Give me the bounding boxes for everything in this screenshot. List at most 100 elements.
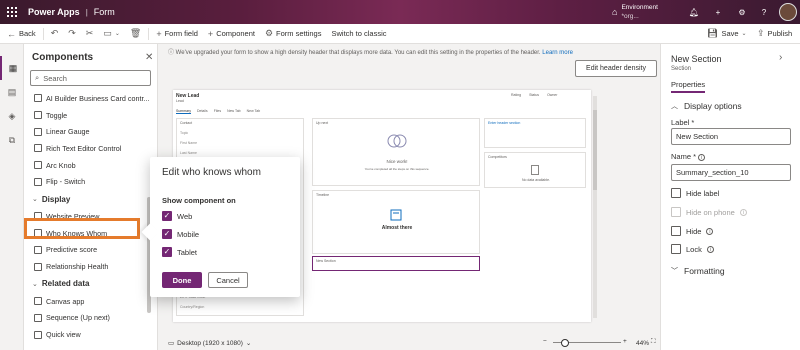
list-item[interactable]: Rich Text Editor Control bbox=[24, 140, 157, 157]
app-launcher-icon[interactable] bbox=[0, 0, 24, 24]
environment-icon: ⌂ bbox=[612, 7, 618, 17]
component-icon bbox=[34, 161, 42, 170]
list-item[interactable]: Quick view bbox=[24, 326, 157, 343]
component-button[interactable]: + Component bbox=[203, 24, 260, 44]
gear-icon[interactable]: ⚙ bbox=[735, 5, 749, 19]
cancel-button[interactable]: Cancel bbox=[208, 272, 248, 288]
checkbox-label: Hide label bbox=[686, 188, 720, 198]
zoom-in-icon[interactable]: + bbox=[623, 338, 627, 345]
canvas-scrollbar[interactable] bbox=[593, 96, 597, 318]
tablet-checkbox[interactable]: ✓ Tablet bbox=[162, 247, 197, 257]
field-label: Country/Region bbox=[180, 305, 205, 309]
environment-picker[interactable]: ⌂ Environment *org... bbox=[612, 3, 658, 21]
edit-header-density-button[interactable]: Edit header density bbox=[575, 60, 657, 77]
fit-screen-icon[interactable]: ⛶ bbox=[651, 338, 656, 346]
undo-button[interactable]: ↶ bbox=[46, 24, 64, 44]
undo-icon: ↶ bbox=[50, 28, 59, 38]
new-section-selected[interactable]: New Section bbox=[312, 256, 480, 271]
redo-button[interactable]: ↷ bbox=[63, 24, 81, 44]
display-section-header[interactable]: ⌄ Display bbox=[24, 190, 157, 208]
switch-classic-button[interactable]: Switch to classic bbox=[326, 24, 391, 44]
list-item[interactable]: Relationship Health bbox=[24, 258, 157, 275]
header-field: Status bbox=[529, 93, 540, 97]
help-icon[interactable]: ? bbox=[757, 5, 771, 19]
list-item[interactable]: Predictive score bbox=[24, 242, 157, 259]
done-button[interactable]: Done bbox=[162, 272, 202, 288]
info-icon[interactable]: i bbox=[739, 208, 747, 216]
zoom-slider-thumb[interactable] bbox=[561, 339, 570, 347]
hide-on-phone-checkbox[interactable]: Hide on phone i bbox=[671, 207, 747, 217]
delete-button[interactable]: 🗑︎ bbox=[125, 24, 146, 44]
paste-button[interactable]: ▭ ⌄ bbox=[98, 24, 125, 44]
timeline-card[interactable]: Timeline Almost there bbox=[312, 190, 480, 254]
item-label: Relationship Health bbox=[46, 262, 109, 272]
form-field-button[interactable]: + Form field bbox=[151, 24, 203, 44]
list-item[interactable]: Sequence (Up next) bbox=[24, 310, 157, 327]
form-subtitle: Lead bbox=[176, 99, 184, 103]
about-card[interactable]: Enter header section bbox=[484, 118, 586, 148]
list-item[interactable]: Linear Gauge bbox=[24, 123, 157, 140]
formatting-header[interactable]: ﹀ Formatting bbox=[671, 266, 725, 276]
info-icon[interactable]: i bbox=[706, 245, 714, 253]
card-title: Timeline bbox=[316, 193, 330, 197]
form-settings-button[interactable]: ⚙ Form settings bbox=[260, 24, 327, 44]
tab-summary[interactable]: Summary bbox=[176, 109, 191, 114]
publish-button[interactable]: ⇪ Publish bbox=[752, 24, 797, 44]
item-label: Toggle bbox=[46, 110, 68, 120]
tab-properties[interactable]: Properties bbox=[671, 80, 706, 93]
list-item[interactable]: Flip - Switch bbox=[24, 173, 157, 190]
list-item[interactable]: AI Builder Business Card contr... bbox=[24, 90, 157, 107]
tree-view-rail-icon[interactable]: ⧉ bbox=[0, 128, 24, 152]
item-label: Linear Gauge bbox=[46, 127, 90, 137]
label-input[interactable]: New Section bbox=[671, 128, 791, 145]
tab-new[interactable]: New Tab bbox=[247, 109, 261, 114]
chevron-right-icon[interactable]: › bbox=[779, 52, 782, 63]
lock-checkbox[interactable]: Lock i bbox=[671, 244, 714, 254]
divider bbox=[42, 27, 44, 40]
avatar[interactable] bbox=[779, 3, 797, 21]
close-icon[interactable]: ✕ bbox=[145, 52, 153, 63]
component-icon bbox=[34, 111, 42, 120]
notice-info-icon: ⓘ bbox=[168, 50, 176, 56]
search-input[interactable]: ⌕ Search bbox=[30, 70, 151, 86]
tab-details[interactable]: Details bbox=[197, 109, 208, 114]
hide-label-checkbox[interactable]: Hide label bbox=[671, 188, 719, 198]
list-item[interactable]: Toggle bbox=[24, 107, 157, 124]
clipboard-icon: ▭ bbox=[103, 28, 112, 38]
hide-checkbox[interactable]: Hide i bbox=[671, 226, 714, 236]
zoom-out-icon[interactable]: − bbox=[543, 338, 547, 345]
scroll-thumb[interactable] bbox=[593, 110, 597, 190]
mobile-checkbox[interactable]: ✓ Mobile bbox=[162, 229, 199, 239]
item-label: Quick view bbox=[46, 330, 81, 340]
publish-label: Publish bbox=[767, 29, 793, 38]
tab-new[interactable]: New Tab bbox=[227, 109, 241, 114]
app-title[interactable]: Power Apps bbox=[28, 7, 80, 17]
cut-button[interactable]: ✂ bbox=[81, 24, 99, 44]
environment-value: *org... bbox=[621, 13, 639, 20]
plus-icon[interactable]: + bbox=[711, 5, 725, 19]
header-section-link[interactable]: Enter header section bbox=[488, 121, 520, 125]
list-item[interactable]: Arc Knob bbox=[24, 157, 157, 174]
trash-icon: 🗑︎ bbox=[129, 28, 142, 38]
device-picker[interactable]: ▭ Desktop (1920 x 1080) ⌄ bbox=[168, 339, 251, 348]
display-options-header[interactable]: ︿ Display options bbox=[671, 101, 742, 111]
learn-more-link[interactable]: Learn more bbox=[542, 50, 573, 56]
no-data-text: No data available. bbox=[521, 178, 551, 182]
table-columns-rail-icon[interactable]: ▤ bbox=[0, 80, 24, 104]
components-rail-icon[interactable]: ▦ bbox=[0, 56, 24, 80]
bell-icon[interactable]: 🔔︎ bbox=[687, 5, 701, 19]
info-icon[interactable]: i bbox=[698, 154, 706, 161]
name-input[interactable]: Summary_section_10 bbox=[671, 164, 791, 181]
layers-rail-icon[interactable]: ◈ bbox=[0, 104, 24, 128]
back-button[interactable]: ← Back bbox=[0, 24, 41, 44]
competitors-card[interactable]: Competitors No data available. bbox=[484, 152, 586, 188]
save-button[interactable]: 💾︎ Save ⌄ bbox=[702, 24, 752, 44]
redo-icon: ↷ bbox=[68, 28, 76, 38]
list-item[interactable]: Canvas app bbox=[24, 293, 157, 310]
components-panel: Components ✕ ⌕ Search AI Builder Busines… bbox=[24, 44, 158, 350]
related-data-section-header[interactable]: ⌄ Related data bbox=[24, 275, 157, 293]
up-next-card[interactable]: Up next Nice work! You've completed all … bbox=[312, 118, 480, 186]
tab-files[interactable]: Files bbox=[214, 109, 221, 114]
info-icon[interactable]: i bbox=[706, 227, 714, 235]
web-checkbox[interactable]: ✓ Web bbox=[162, 211, 192, 221]
